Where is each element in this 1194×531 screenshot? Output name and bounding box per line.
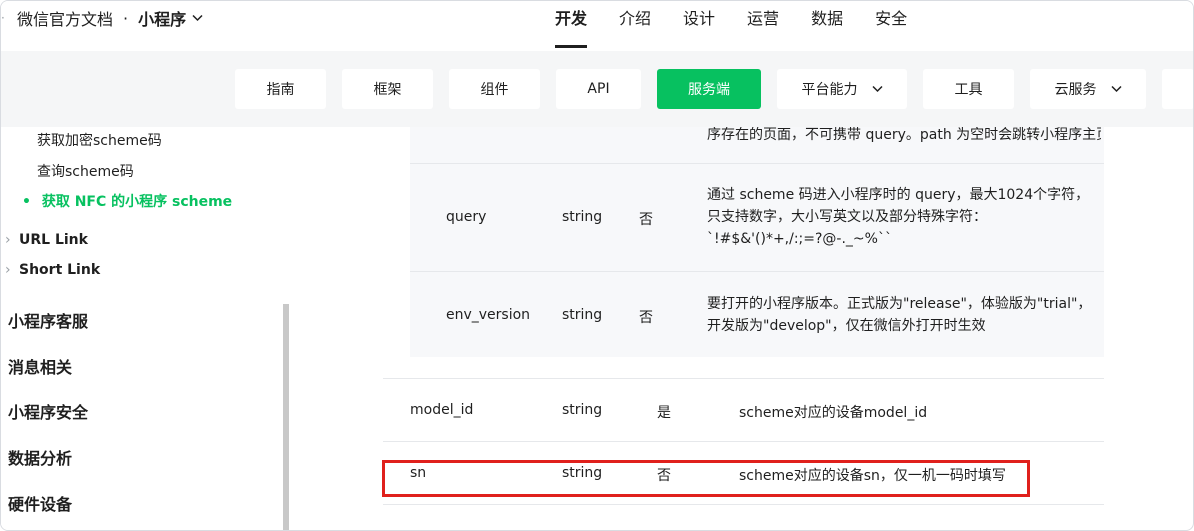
nav-security[interactable]: 安全 — [875, 5, 907, 47]
subnav-components-label: 组件 — [480, 82, 509, 98]
param-desc: 通过 scheme 码进入小程序时的 query，最大1024个字符，只支持数字… — [707, 187, 1090, 247]
top-navigation: · 微信官方文档 · 小程序 开发 介绍 设计 运营 数据 安全 — [1, 1, 1193, 51]
sidebar-item-hardware[interactable]: 硬件设备 — [8, 491, 72, 515]
table-row: model_id string 是 scheme对应的设备model_id — [383, 378, 1104, 441]
param-name: model_id — [410, 402, 474, 418]
chevron-right-icon: › — [5, 262, 11, 278]
param-required: 是 — [657, 405, 671, 421]
subnav-components[interactable]: 组件 — [449, 69, 540, 109]
subnav-tools[interactable]: 工具 — [923, 69, 1014, 109]
subnav-api[interactable]: API — [556, 69, 641, 109]
param-type: string — [562, 307, 603, 323]
main-nav: 开发 介绍 设计 运营 数据 安全 — [555, 5, 907, 48]
subnav-cloud-label: 云服务 — [1054, 82, 1097, 98]
nav-dev[interactable]: 开发 — [555, 5, 588, 48]
subnav-api-label: API — [587, 81, 610, 97]
sidebar-item-nfc-scheme[interactable]: • 获取 NFC 的小程序 scheme — [22, 191, 232, 211]
nav-intro[interactable]: 介绍 — [619, 5, 651, 47]
table-row: query string 否 通过 scheme 码进入小程序时的 query，… — [410, 164, 1104, 272]
sidebar-item-query-scheme[interactable]: 查询scheme码 — [37, 161, 134, 181]
nav-design[interactable]: 设计 — [683, 5, 715, 47]
table-row: 序存在的页面，不可携带 query。path 为空时会跳转小程序主页 — [410, 127, 1104, 164]
subnav-framework[interactable]: 框架 — [342, 69, 433, 109]
subnav-cloud[interactable]: 云服务 — [1030, 69, 1146, 109]
param-desc: scheme对应的设备model_id — [739, 405, 928, 421]
sidebar-scrollbar[interactable] — [283, 304, 289, 530]
subnav-server-label: 服务端 — [688, 82, 730, 98]
nested-params-table: 序存在的页面，不可携带 query。path 为空时会跳转小程序主页 query… — [410, 127, 1104, 357]
sidebar-item-mp-security[interactable]: 小程序安全 — [8, 399, 88, 423]
param-type: string — [562, 402, 603, 418]
partial-desc: 序存在的页面，不可携带 query。path 为空时会跳转小程序主页 — [707, 127, 1101, 143]
sidebar-item-encrypted-scheme[interactable]: 获取加密scheme码 — [37, 130, 162, 150]
param-required: 否 — [639, 310, 653, 326]
sidebar-item-nfc-scheme-label: 获取 NFC 的小程序 scheme — [41, 194, 233, 210]
product-switcher[interactable]: 小程序 — [138, 6, 186, 30]
chevron-down-icon — [871, 82, 883, 96]
chevron-down-icon[interactable] — [192, 12, 203, 25]
subnav-platform[interactable]: 平台能力 — [777, 69, 907, 109]
sidebar-group-short-link[interactable]: › Short Link — [5, 262, 100, 278]
sidebar-group-short-link-label: Short Link — [19, 262, 101, 278]
sidebar-group-url-link[interactable]: › URL Link — [5, 232, 88, 248]
nav-data[interactable]: 数据 — [811, 5, 843, 47]
collapse-dot-icon: · — [1, 11, 5, 25]
sidebar-item-messages[interactable]: 消息相关 — [8, 354, 72, 378]
subnav-guide[interactable]: 指南 — [235, 69, 326, 109]
active-bullet-icon: • — [22, 194, 31, 210]
table-row: env_version string 否 要打开的小程序版本。正式版为"rele… — [410, 272, 1104, 357]
app-window: · 微信官方文档 · 小程序 开发 介绍 设计 运营 数据 安全 指南 框架 组… — [0, 0, 1194, 531]
chevron-right-icon: › — [5, 232, 11, 248]
chevron-down-icon — [1110, 82, 1122, 96]
subnav-guide-label: 指南 — [266, 82, 295, 98]
nav-operation[interactable]: 运营 — [747, 5, 779, 47]
sidebar-group-url-link-label: URL Link — [19, 232, 88, 248]
brand[interactable]: · 微信官方文档 · 小程序 — [1, 6, 203, 30]
subnav-platform-label: 平台能力 — [801, 82, 858, 98]
param-type: string — [562, 209, 603, 225]
sidebar-item-data-analysis[interactable]: 数据分析 — [8, 445, 72, 469]
subnav-server[interactable]: 服务端 — [657, 69, 761, 109]
param-required: 否 — [639, 212, 653, 228]
brand-name[interactable]: 微信官方文档 — [17, 6, 113, 30]
subnav-tools-label: 工具 — [954, 82, 983, 98]
highlight-box — [382, 460, 1030, 497]
param-desc: 要打开的小程序版本。正式版为"release"，体验版为"trial"，开发版为… — [707, 296, 1092, 334]
sidebar-item-customer-service[interactable]: 小程序客服 — [8, 308, 88, 332]
sub-navigation: 指南 框架 组件 API 服务端 平台能力 工具 云服务 — [235, 69, 1193, 109]
subnav-framework-label: 框架 — [373, 82, 402, 98]
param-name: query — [446, 209, 487, 225]
brand-separator: · — [123, 8, 129, 28]
subnav-overflow[interactable] — [1162, 69, 1193, 109]
param-name: env_version — [446, 307, 531, 323]
